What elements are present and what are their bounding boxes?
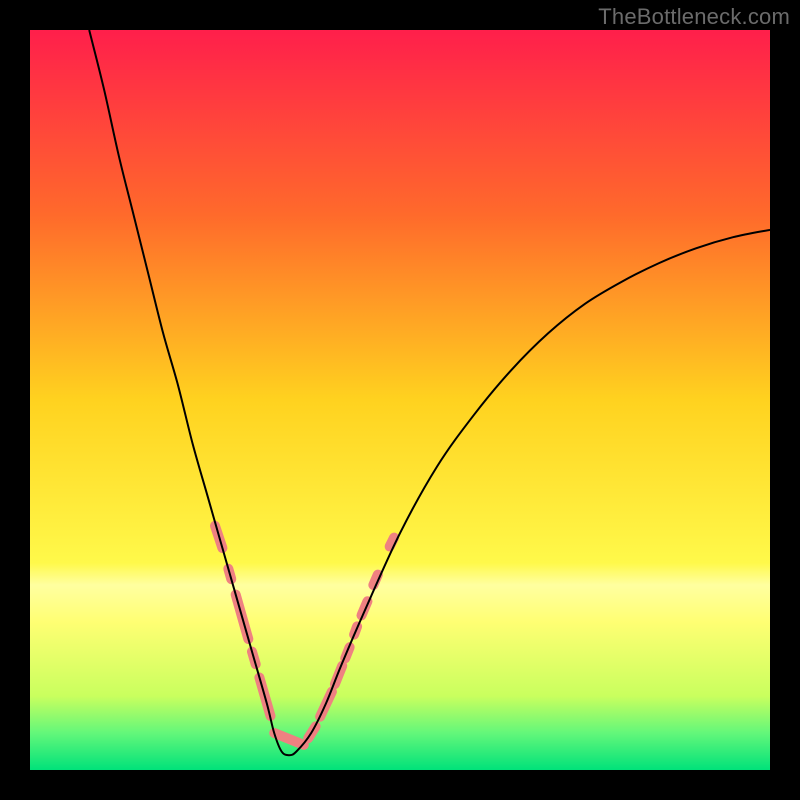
chart-frame: TheBottleneck.com bbox=[0, 0, 800, 800]
highlight-segment bbox=[335, 666, 342, 685]
bottleneck-chart bbox=[30, 30, 770, 770]
gradient-background bbox=[30, 30, 770, 770]
watermark-text: TheBottleneck.com bbox=[598, 4, 790, 30]
plot-area bbox=[30, 30, 770, 770]
